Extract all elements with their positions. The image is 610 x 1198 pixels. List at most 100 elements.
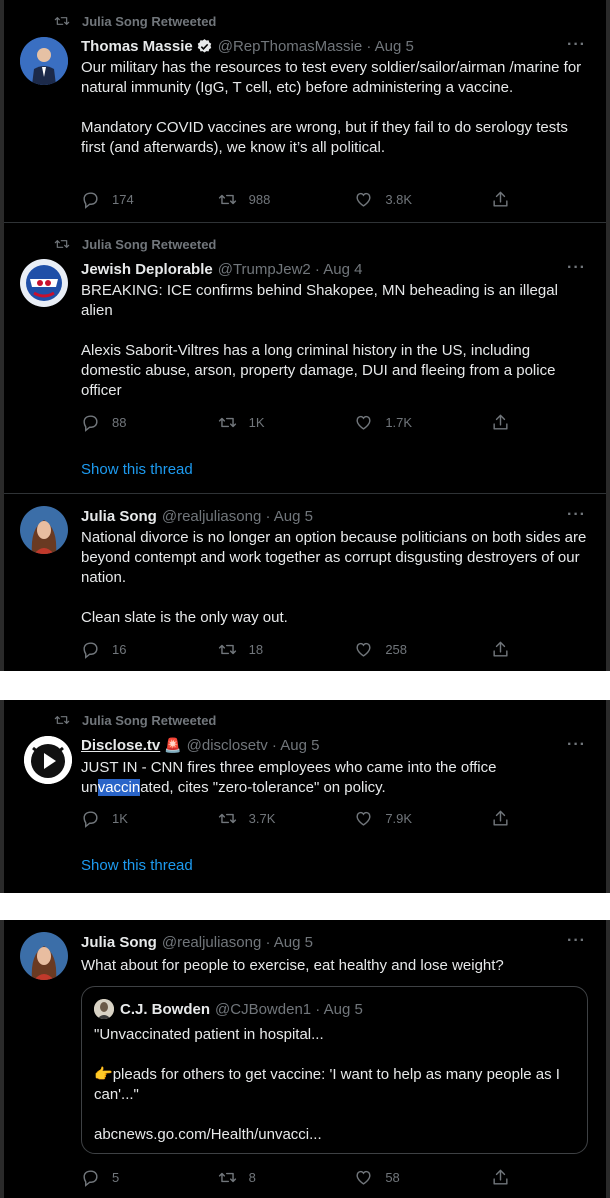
show-thread-link[interactable]: Show this thread: [81, 857, 193, 874]
author-handle[interactable]: @RepThomasMassie · Aug 5: [218, 38, 414, 55]
tweet-header: Thomas Massie @RepThomasMassie · Aug 5: [81, 38, 414, 55]
tweet-text: Our military has the resources to test e…: [81, 59, 582, 156]
pointing-hand-emoji: 👉: [94, 1066, 113, 1083]
show-thread-link[interactable]: Show this thread: [81, 461, 193, 478]
like-button[interactable]: 258: [354, 640, 464, 659]
tweet-header: Julia Song @realjuliasong · Aug 5: [81, 508, 313, 525]
author-name[interactable]: Julia Song: [81, 934, 157, 951]
like-button[interactable]: 1.7K: [354, 413, 464, 432]
tweet-disclose-tv[interactable]: Julia Song Retweeted Disclose.tv 🚨 @disc…: [4, 700, 606, 893]
more-options-icon[interactable]: ···: [567, 736, 586, 754]
tweet-thomas-massie[interactable]: Julia Song Retweeted Thomas Massie @RepT…: [4, 0, 606, 222]
retweet-icon: [54, 13, 70, 29]
tweet-actions: 174 988 3.8K: [81, 190, 511, 209]
quoted-link[interactable]: abcnews.go.com/Health/unvacci...: [94, 1125, 575, 1145]
reply-icon: [81, 640, 100, 659]
more-options-icon[interactable]: ···: [567, 506, 586, 524]
timeline-panel-3: Julia Song @realjuliasong · Aug 5 ··· Wh…: [0, 920, 610, 1198]
retweet-button[interactable]: 3.7K: [218, 809, 328, 828]
selected-text[interactable]: vaccin: [97, 779, 141, 796]
reply-button[interactable]: 5: [81, 1168, 191, 1187]
like-button[interactable]: 58: [354, 1168, 464, 1187]
tweet-actions: 1K 3.7K 7.9K: [81, 809, 511, 828]
author-name[interactable]: Thomas Massie: [81, 38, 193, 55]
retweet-icon: [218, 809, 237, 828]
share-button[interactable]: [491, 809, 511, 828]
share-icon: [491, 413, 510, 432]
tweet-actions: 88 1K 1.7K: [81, 413, 511, 432]
heart-icon: [354, 640, 373, 659]
share-button[interactable]: [491, 413, 511, 432]
retweet-button[interactable]: 988: [218, 190, 328, 209]
like-button[interactable]: 3.8K: [354, 190, 464, 209]
tweet-actions: 16 18 258: [81, 640, 511, 659]
heart-icon: [354, 190, 373, 209]
like-button[interactable]: 7.9K: [354, 809, 464, 828]
heart-icon: [354, 809, 373, 828]
share-icon: [491, 1168, 510, 1187]
tweet-text: National divorce is no longer an option …: [81, 529, 587, 626]
more-options-icon[interactable]: ···: [567, 932, 586, 950]
retweet-icon: [218, 1168, 237, 1187]
reply-icon: [81, 190, 100, 209]
reply-button[interactable]: 174: [81, 190, 191, 209]
avatar[interactable]: [20, 932, 68, 980]
avatar[interactable]: [20, 259, 68, 307]
quoted-tweet-text: "Unvaccinated patient in hospital... 👉pl…: [94, 1025, 575, 1145]
share-icon: [491, 190, 510, 209]
heart-icon: [354, 1168, 373, 1187]
author-handle[interactable]: @TrumpJew2 · Aug 4: [218, 261, 363, 278]
share-icon: [491, 640, 510, 659]
siren-emoji: 🚨: [164, 737, 182, 753]
retweeted-label: Julia Song Retweeted: [54, 712, 216, 728]
author-name[interactable]: Jewish Deplorable: [81, 261, 213, 278]
quoted-avatar: [94, 999, 114, 1019]
retweeted-label: Julia Song Retweeted: [54, 236, 216, 252]
tweet-header: Disclose.tv 🚨 @disclosetv · Aug 5: [81, 737, 319, 754]
quoted-author-name: C.J. Bowden: [120, 1000, 211, 1018]
quoted-tweet-header: C.J. Bowden @CJBowden1 · Aug 5: [94, 999, 363, 1019]
tweet-julia-song-2[interactable]: Julia Song @realjuliasong · Aug 5 ··· Wh…: [4, 920, 606, 1198]
timeline-panel-1: Julia Song Retweeted Thomas Massie @RepT…: [0, 0, 610, 671]
author-handle[interactable]: @realjuliasong · Aug 5: [162, 934, 313, 951]
retweet-icon: [54, 236, 70, 252]
retweet-button[interactable]: 8: [218, 1168, 328, 1187]
timeline-panel-2: Julia Song Retweeted Disclose.tv 🚨 @disc…: [0, 700, 610, 893]
reply-icon: [81, 413, 100, 432]
retweet-icon: [218, 190, 237, 209]
tweet-header: Julia Song @realjuliasong · Aug 5: [81, 934, 313, 951]
share-button[interactable]: [491, 190, 511, 209]
retweet-icon: [218, 640, 237, 659]
author-handle[interactable]: @realjuliasong · Aug 5: [162, 508, 313, 525]
reply-icon: [81, 1168, 100, 1187]
retweet-icon: [218, 413, 237, 432]
tweet-actions: 5 8 58: [81, 1168, 511, 1187]
reply-button[interactable]: 16: [81, 640, 191, 659]
author-name[interactable]: Disclose.tv: [81, 737, 160, 754]
author-name[interactable]: Julia Song: [81, 508, 157, 525]
share-button[interactable]: [491, 1168, 511, 1187]
avatar[interactable]: [20, 506, 68, 554]
reply-button[interactable]: 1K: [81, 809, 191, 828]
tweet-jewish-deplorable[interactable]: Julia Song Retweeted Jewish Deplorable @…: [4, 223, 606, 493]
retweet-icon: [54, 712, 70, 728]
tweet-header: Jewish Deplorable @TrumpJew2 · Aug 4: [81, 261, 362, 278]
tweet-julia-song-1[interactable]: Julia Song @realjuliasong · Aug 5 ··· Na…: [4, 494, 606, 671]
retweet-button[interactable]: 1K: [218, 413, 328, 432]
retweet-button[interactable]: 18: [218, 640, 328, 659]
tweet-text: What about for people to exercise, eat h…: [81, 957, 504, 974]
share-button[interactable]: [491, 640, 511, 659]
author-handle[interactable]: @disclosetv · Aug 5: [187, 737, 320, 754]
avatar[interactable]: [20, 37, 68, 85]
retweeted-label: Julia Song Retweeted: [54, 13, 216, 29]
quoted-tweet[interactable]: C.J. Bowden @CJBowden1 · Aug 5 "Unvaccin…: [81, 986, 588, 1154]
tweet-text: JUST IN - CNN fires three employees who …: [81, 759, 497, 796]
more-options-icon[interactable]: ···: [567, 259, 586, 277]
more-options-icon[interactable]: ···: [567, 36, 586, 54]
share-icon: [491, 809, 510, 828]
reply-button[interactable]: 88: [81, 413, 191, 432]
heart-icon: [354, 413, 373, 432]
avatar[interactable]: [24, 736, 72, 784]
quoted-author-handle: @CJBowden1 · Aug 5: [215, 1000, 363, 1018]
tweet-text: BREAKING: ICE confirms behind Shakopee, …: [81, 282, 558, 399]
